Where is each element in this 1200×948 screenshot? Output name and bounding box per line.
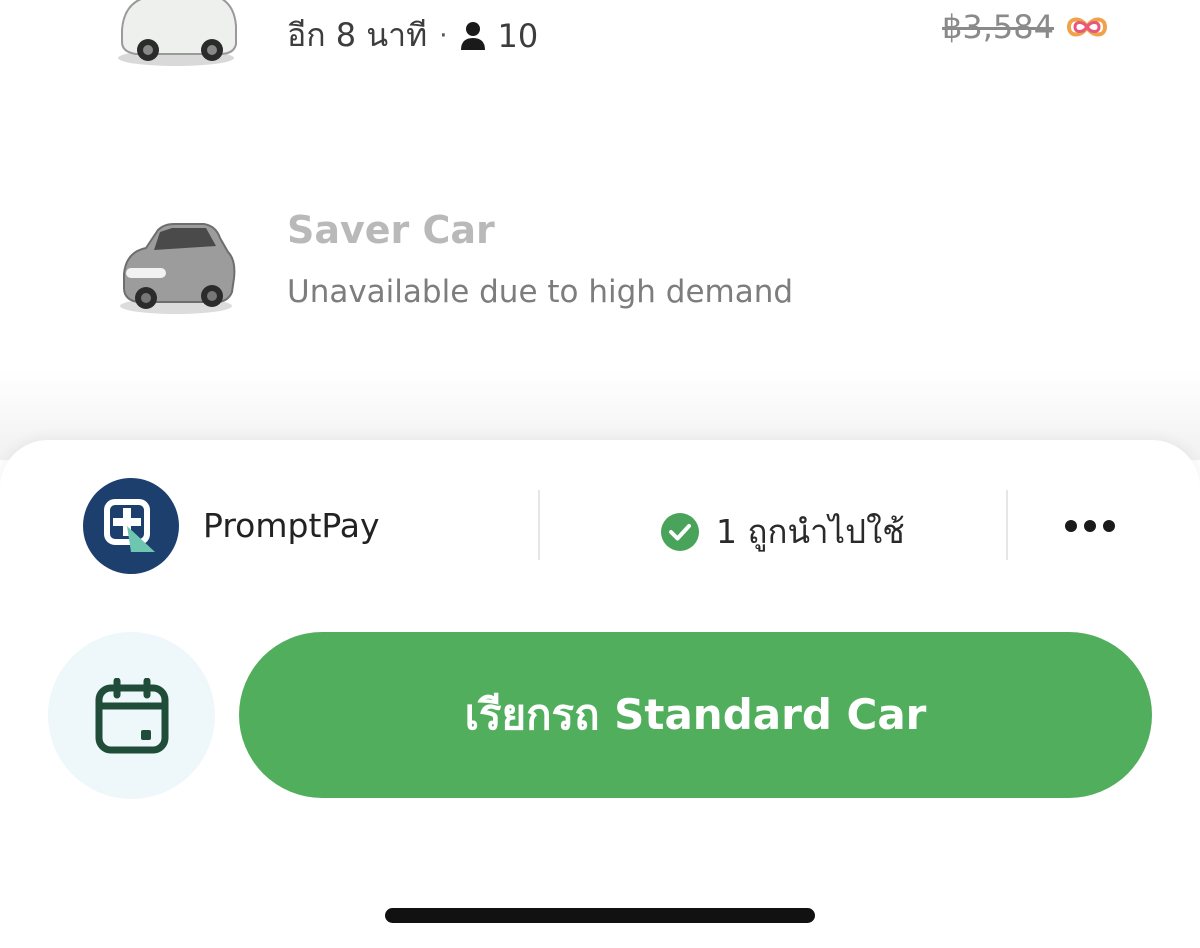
promptpay-logo-mark [104, 499, 155, 552]
grey-car-icon [120, 223, 236, 314]
saver-unavailable-text: Unavailable due to high demand [287, 274, 794, 310]
promo-loop-icon [1066, 17, 1108, 37]
bottom-sheet: PromptPay 1 ถูกนำไปใช้ เรียกรถ Standard … [0, 440, 1200, 948]
ride-option-standard[interactable]: อีก 8 นาที · 10 ฿3,584 [0, 0, 1200, 80]
payment-method-label[interactable]: PromptPay [203, 506, 380, 545]
dot [1103, 520, 1115, 532]
more-dots-icon[interactable] [1054, 498, 1126, 554]
calendar-icon [95, 677, 168, 753]
seat-count: 10 [497, 16, 539, 55]
eta-text: อีก 8 นาที [287, 16, 428, 54]
check-circle-icon [661, 512, 699, 551]
schedule-button[interactable] [48, 632, 215, 799]
green-car-icon [118, 0, 237, 66]
promo-applied[interactable]: 1 ถูกนำไปใช้ [660, 505, 905, 558]
divider [538, 490, 540, 560]
dot [1084, 520, 1096, 532]
saver-title: Saver Car [287, 208, 495, 252]
dot [1065, 520, 1077, 532]
ride-selection-screen: อีก 8 นาที · 10 ฿3,584 Saver Car Unavail… [0, 0, 1200, 948]
promptpay-logo[interactable] [83, 478, 179, 574]
book-ride-button[interactable]: เรียกรถ Standard Car [239, 632, 1152, 798]
eta-separator: · [439, 20, 448, 51]
payment-row: PromptPay 1 ถูกนำไปใช้ [0, 478, 1200, 574]
divider [1006, 490, 1008, 560]
ride-option-saver: Saver Car Unavailable due to high demand [0, 200, 1200, 330]
home-indicator[interactable] [385, 908, 815, 923]
promo-applied-text: 1 ถูกนำไปใช้ [716, 512, 905, 551]
eta-line: อีก 8 นาที · 10 [287, 10, 538, 61]
price-group: ฿3,584 [942, 8, 1110, 46]
original-price: ฿3,584 [942, 8, 1054, 46]
person-icon [460, 21, 485, 50]
